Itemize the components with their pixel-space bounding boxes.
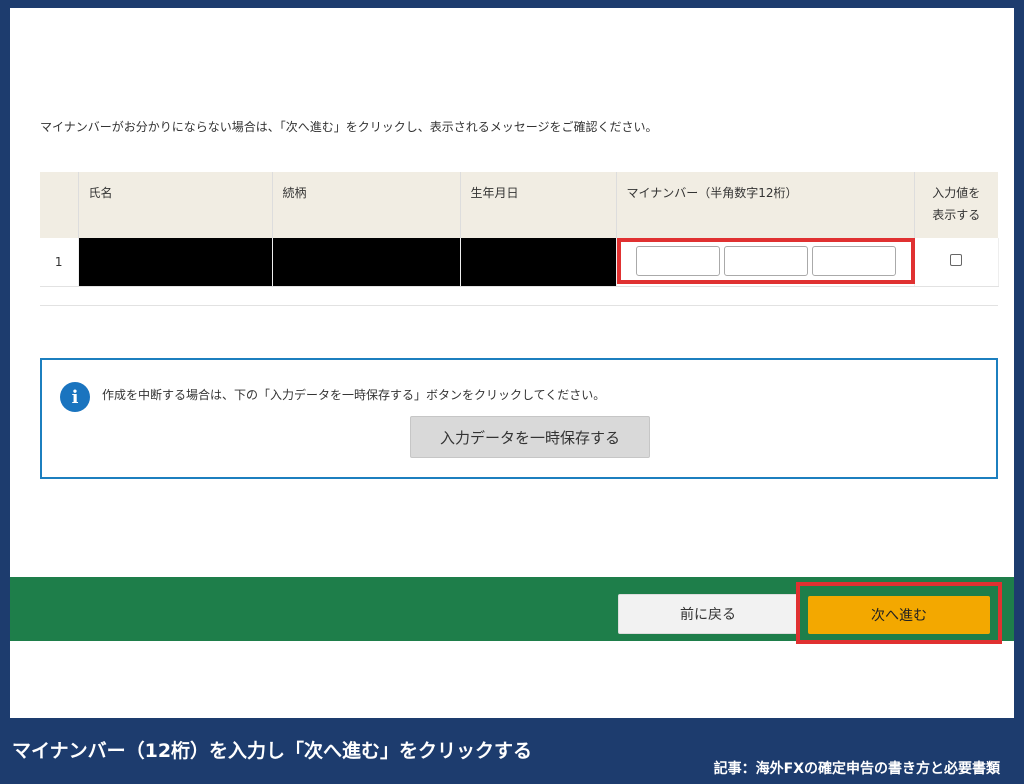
mynumber-field-3[interactable] bbox=[811, 246, 896, 276]
navigation-bar: 前に戻る 次へ進む bbox=[10, 577, 1014, 644]
mynumber-field-2[interactable] bbox=[723, 246, 808, 276]
show-input-checkbox[interactable] bbox=[950, 254, 962, 267]
mynumber-cell bbox=[616, 238, 915, 287]
header-show-input-line1: 入力値を bbox=[932, 186, 981, 200]
redacted-relation bbox=[272, 238, 461, 287]
caption-main-text: マイナンバー（12桁）を入力し「次へ進む」をクリックする bbox=[12, 740, 533, 762]
header-show-input: 入力値を 表示する bbox=[914, 172, 998, 238]
show-input-cell bbox=[914, 238, 999, 287]
next-button-highlight: 次へ進む bbox=[796, 582, 1002, 644]
header-birthdate: 生年月日 bbox=[460, 172, 617, 238]
back-button[interactable]: 前に戻る bbox=[618, 594, 798, 634]
mynumber-field-1[interactable] bbox=[635, 246, 720, 276]
table-divider bbox=[40, 305, 998, 306]
dependents-table: 氏名 続柄 生年月日 マイナンバー（半角数字12桁） 入力値を 表示する 1 bbox=[40, 172, 999, 287]
table-header-row: 氏名 続柄 生年月日 マイナンバー（半角数字12桁） 入力値を 表示する bbox=[40, 172, 998, 238]
mynumber-highlight bbox=[616, 238, 915, 284]
notice-text: マイナンバーがお分かりにならない場合は、「次へ進む」をクリックし、表示されるメッ… bbox=[40, 120, 658, 134]
caption-bar: マイナンバー（12桁）を入力し「次へ進む」をクリックする 記事：海外FXの確定申… bbox=[0, 718, 1024, 784]
redacted-name bbox=[78, 238, 273, 287]
header-show-input-line2: 表示する bbox=[932, 208, 981, 222]
table-row: 1 bbox=[40, 238, 999, 287]
header-name: 氏名 bbox=[78, 172, 273, 238]
row-number: 1 bbox=[40, 238, 79, 287]
redacted-birthdate bbox=[460, 238, 617, 287]
save-draft-button[interactable]: 入力データを一時保存する bbox=[410, 416, 650, 458]
info-panel: i 作成を中断する場合は、下の「入力データを一時保存する」ボタンをクリックしてく… bbox=[40, 358, 998, 479]
next-button[interactable]: 次へ進む bbox=[808, 596, 990, 634]
info-text: 作成を中断する場合は、下の「入力データを一時保存する」ボタンをクリックしてくださ… bbox=[102, 388, 606, 402]
caption-article-text: 記事：海外FXの確定申告の書き方と必要書類 bbox=[713, 761, 1000, 777]
header-relation: 続柄 bbox=[272, 172, 461, 238]
header-mynumber: マイナンバー（半角数字12桁） bbox=[616, 172, 915, 238]
info-icon: i bbox=[60, 382, 90, 412]
header-row-number bbox=[40, 172, 79, 238]
